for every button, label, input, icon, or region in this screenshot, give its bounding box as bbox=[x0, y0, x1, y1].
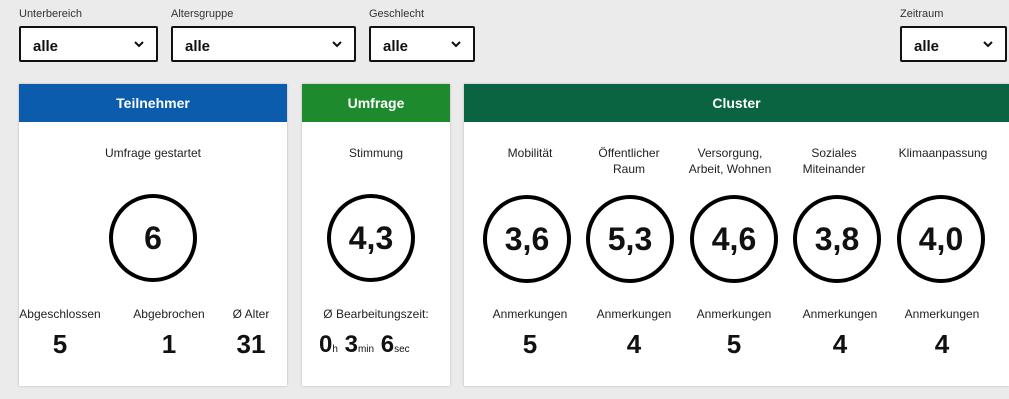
umfrage-card: Umfrage Stimmung 4,3 Ø Bearbeitungszeit:… bbox=[302, 84, 450, 386]
cluster-value-circle: 5,3 bbox=[586, 195, 674, 283]
chevron-down-icon bbox=[330, 37, 344, 51]
filter-geschlecht: Geschlecht alle bbox=[369, 7, 475, 62]
time-minutes: 3 bbox=[344, 331, 358, 358]
bearbeitungszeit-value: 0h 3min 6sec bbox=[319, 330, 410, 365]
teilnehmer-card: Teilnehmer Umfrage gestartet 6 Abgeschlo… bbox=[19, 84, 287, 386]
stat-label-abgeschlossen: Abgeschlossen bbox=[19, 307, 101, 321]
cluster-value-circle: 4,6 bbox=[690, 195, 778, 283]
umfrage-subtitle: Stimmung bbox=[348, 146, 404, 160]
anmerkungen-label: Anmerkungen bbox=[596, 307, 672, 321]
stat-label-abgebrochen: Abgebrochen bbox=[133, 307, 205, 321]
bearbeitungszeit-label: Ø Bearbeitungszeit: bbox=[323, 307, 429, 321]
filter-unterbereich: Unterbereich alle bbox=[19, 7, 158, 62]
time-seconds: 6 bbox=[380, 331, 395, 358]
umfrage-header: Umfrage bbox=[302, 84, 450, 122]
teilnehmer-header: Teilnehmer bbox=[19, 84, 287, 122]
cluster-name-soziales: Soziales Miteinander bbox=[802, 146, 866, 176]
chevron-down-icon bbox=[449, 37, 463, 51]
teilnehmer-subtitle: Umfrage gestartet bbox=[104, 146, 202, 160]
time-hours: 0 bbox=[319, 331, 333, 358]
chevron-down-icon bbox=[981, 37, 995, 51]
select-value: alle bbox=[33, 38, 59, 55]
anmerkungen-count: 4 bbox=[832, 329, 848, 359]
cluster-card: Cluster Mobilität Öffentlicher Raum Vers… bbox=[464, 84, 1009, 386]
anmerkungen-label: Anmerkungen bbox=[904, 307, 980, 321]
filter-label: Zeitraum bbox=[900, 8, 944, 20]
select-value: alle bbox=[185, 38, 211, 55]
cluster-name-mobilitaet: Mobilität bbox=[507, 146, 553, 160]
chevron-down-icon bbox=[132, 37, 146, 51]
stat-value-abgebrochen: 1 bbox=[161, 329, 177, 359]
anmerkungen-count: 4 bbox=[934, 329, 950, 359]
unterbereich-select[interactable]: alle bbox=[19, 26, 158, 62]
cluster-value-circle: 3,8 bbox=[793, 195, 881, 283]
umfrage-value-circle: 4,3 bbox=[327, 194, 415, 282]
stat-value-abgeschlossen: 5 bbox=[52, 329, 68, 359]
anmerkungen-label: Anmerkungen bbox=[492, 307, 568, 321]
time-hours-unit: h bbox=[332, 344, 338, 355]
cluster-header: Cluster bbox=[464, 84, 1009, 122]
select-value: alle bbox=[383, 38, 409, 55]
time-seconds-unit: sec bbox=[394, 344, 410, 355]
cluster-value-circle: 4,0 bbox=[897, 195, 985, 283]
anmerkungen-label: Anmerkungen bbox=[696, 307, 772, 321]
select-value: alle bbox=[914, 38, 940, 55]
filter-label: Unterbereich bbox=[19, 8, 82, 20]
time-minutes-unit: min bbox=[357, 344, 375, 355]
zeitraum-select[interactable]: alle bbox=[900, 26, 1007, 62]
cluster-value-circle: 3,6 bbox=[483, 195, 571, 283]
altersgruppe-select[interactable]: alle bbox=[171, 26, 356, 62]
anmerkungen-count: 4 bbox=[626, 329, 642, 359]
anmerkungen-count: 5 bbox=[522, 329, 538, 359]
filter-zeitraum: Zeitraum alle bbox=[900, 7, 1007, 62]
filter-label: Geschlecht bbox=[369, 8, 425, 20]
stat-value-alter: 31 bbox=[236, 329, 266, 359]
cluster-name-oeffentlicher-raum: Öffentlicher Raum bbox=[598, 146, 660, 176]
filter-altersgruppe: Altersgruppe alle bbox=[171, 7, 356, 62]
anmerkungen-count: 5 bbox=[726, 329, 742, 359]
geschlecht-select[interactable]: alle bbox=[369, 26, 475, 62]
cluster-name-versorgung: Versorgung, Arbeit, Wohnen bbox=[688, 146, 772, 176]
anmerkungen-label: Anmerkungen bbox=[802, 307, 878, 321]
teilnehmer-value-circle: 6 bbox=[109, 194, 197, 282]
filter-label: Altersgruppe bbox=[171, 8, 234, 20]
stat-label-alter: Ø Alter bbox=[232, 307, 270, 321]
cluster-name-klima: Klimaanpassung bbox=[898, 146, 988, 160]
